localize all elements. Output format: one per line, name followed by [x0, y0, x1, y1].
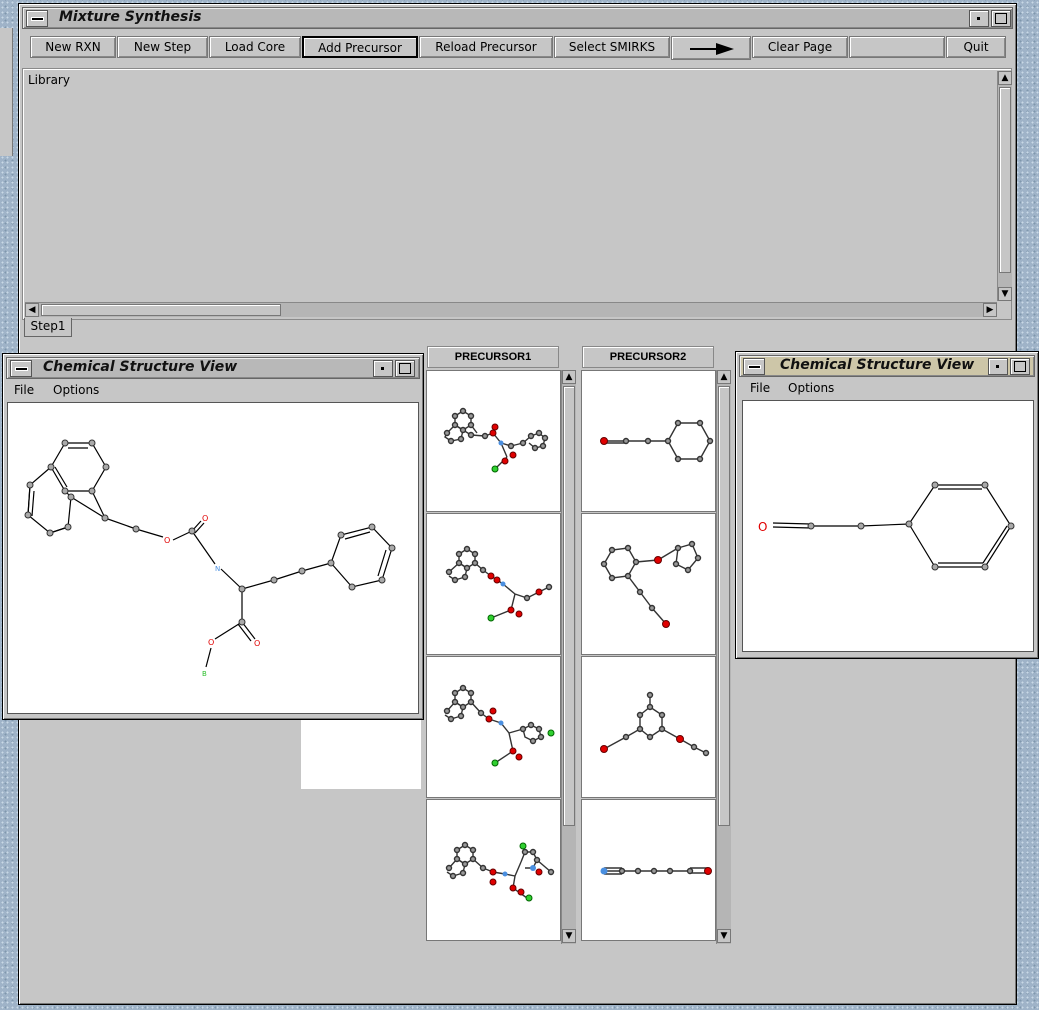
- atom-label-b: B: [202, 670, 207, 678]
- left-structure-canvas[interactable]: O O N O O B: [7, 402, 419, 714]
- scroll-up-icon[interactable]: ▲: [998, 71, 1012, 85]
- left-structure-titlebar[interactable]: Chemical Structure View: [6, 357, 420, 379]
- new-rxn-button[interactable]: New RXN: [30, 36, 116, 58]
- precursor2-item-3[interactable]: [581, 656, 716, 798]
- scroll-up-icon[interactable]: ▲: [717, 370, 731, 384]
- main-titlebar[interactable]: Mixture Synthesis: [22, 7, 1013, 29]
- right-structure-canvas[interactable]: O: [742, 400, 1034, 652]
- minimize-icon[interactable]: [988, 358, 1008, 375]
- new-step-button[interactable]: New Step: [117, 36, 208, 58]
- library-vertical-scrollbar[interactable]: ▲ ▼: [997, 71, 1012, 301]
- precursor2-scrollbar[interactable]: ▲ ▼: [716, 370, 731, 944]
- scroll-down-icon[interactable]: ▼: [998, 287, 1012, 301]
- library-vscroll-thumb[interactable]: [999, 87, 1011, 273]
- scroll-right-icon[interactable]: ▶: [983, 303, 997, 317]
- select-smirks-button[interactable]: Select SMIRKS: [554, 36, 670, 58]
- minimize-icon[interactable]: [969, 10, 989, 27]
- molecule-thumbnail: [600, 419, 714, 463]
- desktop-edge-strip: [0, 28, 13, 156]
- menu-options[interactable]: Options: [53, 383, 99, 397]
- tab-step1[interactable]: Step1: [24, 318, 72, 337]
- molecule-thumbnail: [600, 867, 712, 875]
- quit-button[interactable]: Quit: [946, 36, 1006, 58]
- add-precursor-button[interactable]: Add Precursor: [302, 36, 418, 58]
- maximize-icon[interactable]: [1010, 358, 1030, 375]
- atom-label-n: N: [215, 565, 220, 573]
- right-structure-titlebar[interactable]: Chemical Structure View: [739, 355, 1035, 377]
- aryl-ketene-molecule-drawing: O: [758, 481, 1015, 571]
- precursor1-item-1[interactable]: [426, 370, 561, 512]
- menu-options[interactable]: Options: [788, 381, 834, 395]
- main-title: Mixture Synthesis: [59, 9, 202, 25]
- precursor2-item-4[interactable]: [581, 799, 716, 941]
- window-menu-icon[interactable]: [743, 358, 765, 375]
- blank-canvas-area: [301, 718, 421, 789]
- arrow-button[interactable]: [671, 36, 751, 60]
- right-menubar: File Options: [740, 379, 1034, 399]
- library-hscroll-thumb[interactable]: [41, 304, 281, 316]
- right-arrow-icon: [690, 43, 734, 55]
- tab-step1-label: Step1: [30, 319, 66, 333]
- reload-precursor-button[interactable]: Reload Precursor: [419, 36, 553, 58]
- maximize-icon[interactable]: [395, 360, 415, 377]
- menu-file[interactable]: File: [14, 383, 34, 397]
- molecule-thumbnail: [445, 545, 553, 622]
- scroll-up-icon[interactable]: ▲: [562, 370, 576, 384]
- precursor1-scrollbar[interactable]: ▲ ▼: [561, 370, 576, 944]
- library-horizontal-scrollbar[interactable]: ◀ ▶: [25, 302, 997, 317]
- window-menu-icon[interactable]: [26, 10, 48, 27]
- menu-file[interactable]: File: [750, 381, 770, 395]
- scroll-down-icon[interactable]: ▼: [717, 929, 731, 943]
- precursor1-item-2[interactable]: [426, 513, 561, 655]
- precursor1-header[interactable]: PRECURSOR1: [427, 346, 559, 368]
- library-panel: Library ▲ ▼ ◀ ▶: [22, 68, 1012, 320]
- molecule-thumbnail: [443, 684, 555, 767]
- precursor1-scroll-thumb[interactable]: [563, 386, 575, 826]
- atom-label-oxygen: O: [758, 520, 767, 534]
- load-core-button[interactable]: Load Core: [209, 36, 301, 58]
- molecule-thumbnail: [600, 691, 710, 757]
- minimize-icon[interactable]: [373, 360, 393, 377]
- atom-label-o3: O: [254, 639, 260, 648]
- left-structure-title: Chemical Structure View: [43, 359, 238, 375]
- left-menubar: File Options: [7, 381, 419, 401]
- precursor1-item-4[interactable]: [426, 799, 561, 941]
- atom-label-o4: O: [208, 638, 214, 647]
- molecule-thumbnail: [445, 841, 555, 902]
- precursor2-item-1[interactable]: [581, 370, 716, 512]
- right-structure-window: Chemical Structure View File Options O: [735, 351, 1039, 659]
- atom-label-o2: O: [202, 514, 208, 523]
- molecule-thumbnail: [443, 407, 549, 473]
- left-structure-window: Chemical Structure View File Options O O…: [2, 353, 424, 720]
- window-menu-icon[interactable]: [10, 360, 32, 377]
- fmoc-molecule-drawing: O O N O O B: [24, 439, 396, 678]
- precursor2-scroll-thumb[interactable]: [718, 386, 730, 826]
- scroll-down-icon[interactable]: ▼: [562, 929, 576, 943]
- precursor2-header[interactable]: PRECURSOR2: [582, 346, 714, 368]
- molecule-thumbnail: [600, 540, 702, 628]
- atom-label-o1: O: [164, 536, 170, 545]
- right-structure-title: Chemical Structure View: [780, 357, 975, 373]
- clear-page-button[interactable]: Clear Page: [752, 36, 848, 58]
- toolbar-spacer: [849, 36, 945, 58]
- library-label: Library: [28, 73, 70, 87]
- precursor1-item-3[interactable]: [426, 656, 561, 798]
- maximize-icon[interactable]: [991, 10, 1011, 27]
- precursor2-item-2[interactable]: [581, 513, 716, 655]
- scroll-left-icon[interactable]: ◀: [25, 303, 39, 317]
